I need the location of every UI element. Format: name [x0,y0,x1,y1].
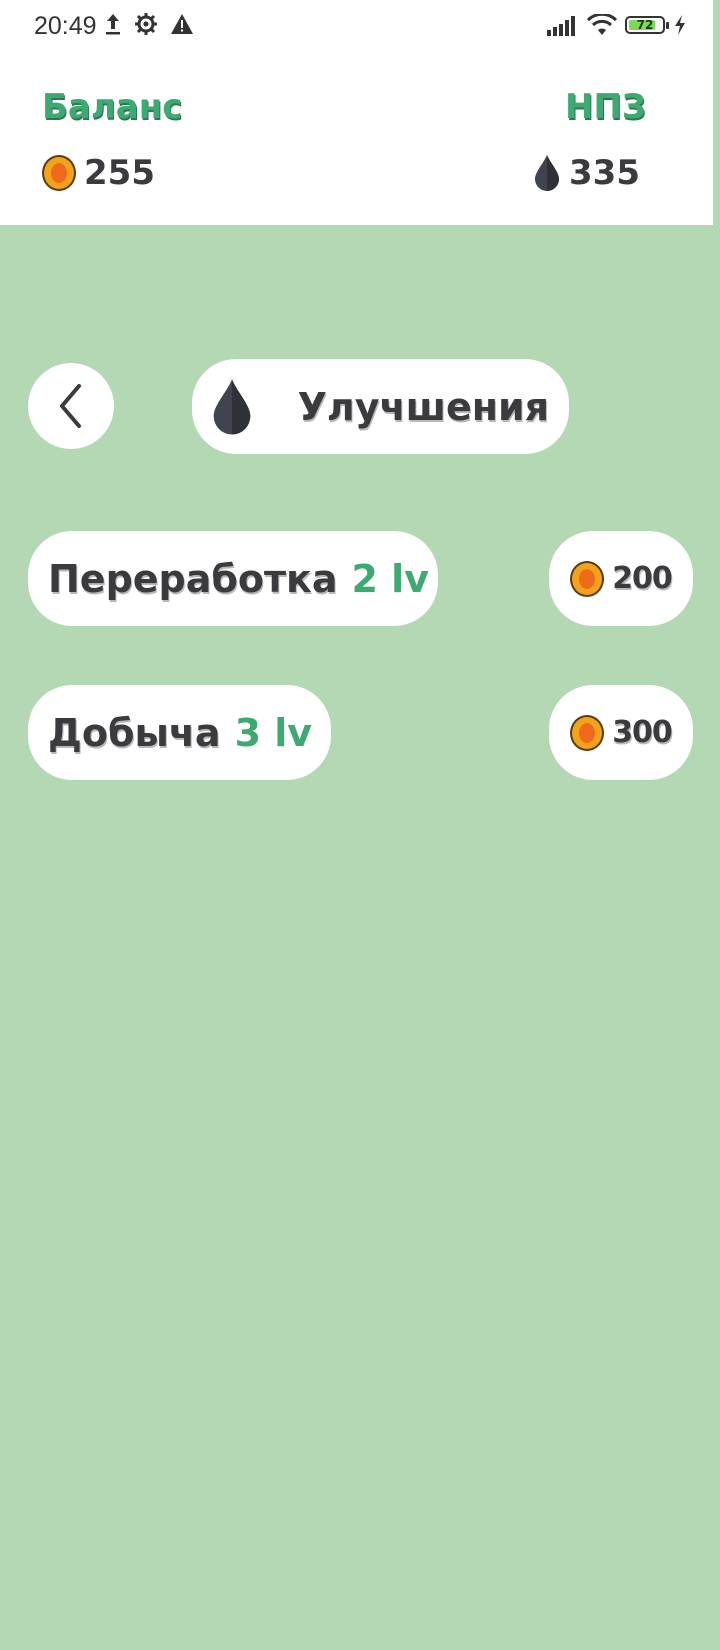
upgrade-level: 2 lv [351,556,429,601]
upgrade-item-processing: Переработка 2 lv [28,531,438,626]
coin-icon [570,714,605,751]
oil-drop-icon [535,155,559,191]
gear-icon [135,13,157,35]
warning-icon [171,14,193,34]
battery-level: 72 [636,18,654,32]
chevron-left-icon [60,384,81,428]
upgrade-name: Добыча [48,710,221,755]
signal-icon [547,16,575,36]
oil-drop-icon [213,379,251,434]
status-bar: 20:49 72 [0,0,713,55]
upgrade-price: 300 [612,715,673,750]
wifi-icon [587,14,617,35]
balance-label: Баланс [42,87,183,127]
upgrade-buy-button-extraction[interactable]: 300 [549,685,693,780]
refinery-label: НПЗ [565,87,647,127]
balance-header: Баланс 255 НПЗ 335 [0,55,713,225]
page-title: Улучшения [297,384,549,429]
upgrade-item-extraction: Добыча 3 lv [28,685,331,780]
refinery-value: 335 [569,153,640,193]
coin-icon [570,560,605,597]
upgrade-buy-button-processing[interactable]: 200 [549,531,693,626]
upgrade-name: Переработка [48,556,338,601]
upgrade-level: 3 lv [234,710,313,755]
refinery-value-group: 335 [533,153,640,193]
charging-icon [675,15,685,35]
upload-icon [106,14,120,35]
balance-value: 255 [84,153,155,193]
battery-icon: 72 [625,16,669,34]
balance-value-group: 255 [42,153,155,193]
status-time: 20:49 [34,12,97,40]
upgrade-price: 200 [612,561,673,596]
back-button[interactable] [28,363,114,449]
page-title-pill: Улучшения [192,359,569,454]
coin-icon [42,155,76,191]
